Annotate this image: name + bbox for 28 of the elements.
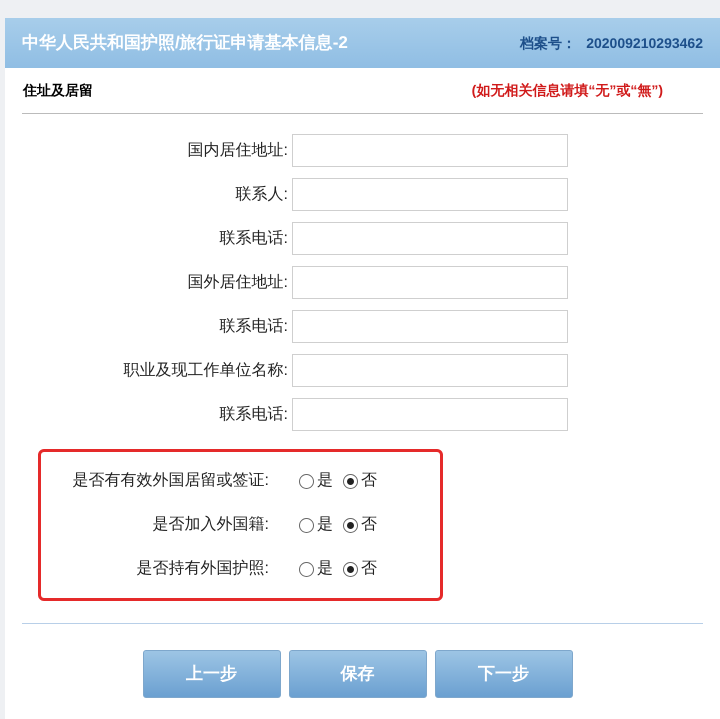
field-label: 国外居住地址: bbox=[186, 272, 288, 292]
input-field[interactable] bbox=[292, 178, 568, 211]
input-field[interactable] bbox=[292, 266, 568, 299]
field-label: 国内居住地址: bbox=[186, 140, 288, 160]
question-label: 是否有有效外国居留或签证: bbox=[72, 470, 269, 491]
radio-option[interactable]: 是 bbox=[299, 469, 333, 493]
radio-option[interactable]: 是 bbox=[299, 557, 333, 581]
section-note: (如无相关信息请填“无”或“無”) bbox=[472, 81, 663, 100]
field-label: 联系人: bbox=[234, 184, 288, 204]
question-label: 是否加入外国籍: bbox=[152, 514, 269, 535]
radio-option[interactable]: 否 bbox=[343, 469, 377, 493]
input-field[interactable] bbox=[292, 222, 568, 255]
field-label: 联系电话: bbox=[218, 228, 288, 248]
field-label: 职业及现工作单位名称: bbox=[122, 360, 288, 380]
input-field[interactable] bbox=[292, 398, 568, 431]
question-label: 是否持有外国护照: bbox=[136, 558, 269, 579]
field-label: 联系电话: bbox=[218, 404, 288, 424]
radio-option[interactable]: 是 bbox=[299, 513, 333, 537]
page-title: 中华人民共和国护照/旅行证申请基本信息-2 bbox=[22, 32, 348, 54]
radio-option[interactable]: 否 bbox=[343, 557, 377, 581]
input-field[interactable] bbox=[292, 354, 568, 387]
file-label: 档案号： bbox=[520, 34, 576, 52]
radio-option[interactable]: 否 bbox=[343, 513, 377, 537]
field-label: 联系电话: bbox=[218, 316, 288, 336]
file-number: 202009210293462 bbox=[586, 34, 703, 52]
section-title: 住址及居留 bbox=[23, 81, 93, 100]
input-field[interactable] bbox=[292, 134, 568, 167]
input-field[interactable] bbox=[292, 310, 568, 343]
